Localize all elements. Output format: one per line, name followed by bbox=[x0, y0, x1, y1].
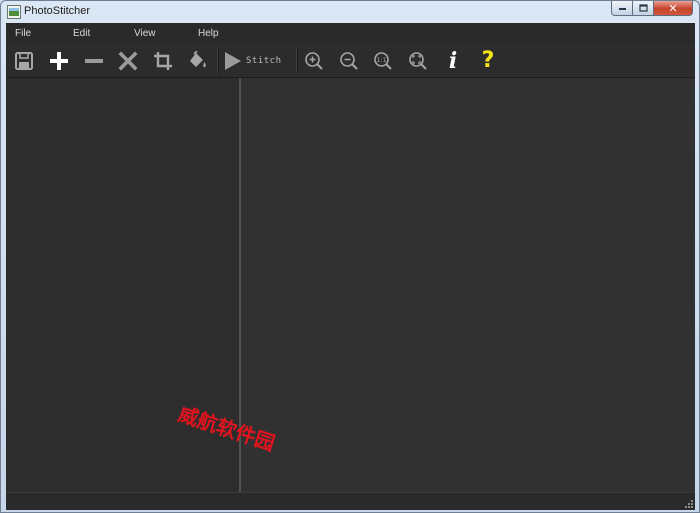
menu-bar: File Edit View Help bbox=[6, 23, 695, 45]
clear-all-button[interactable] bbox=[115, 49, 141, 73]
fit-to-window-icon bbox=[409, 52, 427, 70]
client-area: File Edit View Help Stitch 1:1 i ? bbox=[6, 23, 695, 510]
crop-icon bbox=[154, 52, 172, 70]
fill-color-button[interactable] bbox=[185, 49, 211, 73]
actual-size-button[interactable]: 1:1 bbox=[370, 49, 396, 73]
zoom-in-icon bbox=[305, 52, 323, 70]
save-icon bbox=[15, 52, 33, 70]
info-button[interactable]: i bbox=[440, 49, 466, 73]
toolbar-separator bbox=[217, 48, 219, 74]
stitch-button[interactable]: Stitch bbox=[224, 49, 286, 73]
maximize-button[interactable] bbox=[633, 1, 654, 16]
window-frame: PhotoStitcher ✕ File Edit View Help Stit… bbox=[0, 0, 700, 513]
delete-icon bbox=[118, 51, 138, 71]
menu-edit[interactable]: Edit bbox=[73, 28, 90, 39]
stitch-label: Stitch bbox=[246, 56, 282, 66]
help-icon: ? bbox=[481, 48, 495, 73]
add-image-button[interactable] bbox=[46, 49, 72, 73]
add-icon bbox=[50, 52, 68, 70]
menu-file[interactable]: File bbox=[15, 28, 31, 39]
minimize-icon bbox=[618, 8, 626, 10]
actual-size-label: 1:1 bbox=[376, 56, 386, 64]
remove-image-button[interactable] bbox=[81, 49, 107, 73]
toolbar-separator bbox=[296, 48, 298, 74]
window-title: PhotoStitcher bbox=[24, 5, 91, 17]
play-icon bbox=[225, 52, 241, 70]
menu-view[interactable]: View bbox=[134, 28, 156, 39]
zoom-in-button[interactable] bbox=[301, 49, 327, 73]
close-button[interactable]: ✕ bbox=[654, 1, 693, 16]
fit-to-window-button[interactable] bbox=[405, 49, 431, 73]
minimize-button[interactable] bbox=[611, 1, 633, 16]
toolbar: Stitch 1:1 i ? bbox=[6, 45, 695, 78]
zoom-out-button[interactable] bbox=[336, 49, 362, 73]
status-bar bbox=[6, 492, 695, 510]
crop-button[interactable] bbox=[150, 49, 176, 73]
remove-icon bbox=[85, 59, 103, 63]
save-button[interactable] bbox=[11, 49, 37, 73]
caption-buttons: ✕ bbox=[611, 1, 693, 17]
actual-size-icon: 1:1 bbox=[374, 52, 392, 70]
photostitcher-app-icon bbox=[7, 5, 21, 19]
info-icon: i bbox=[448, 48, 458, 74]
maximize-icon bbox=[638, 4, 648, 12]
fill-bucket-icon bbox=[190, 51, 206, 68]
help-button[interactable]: ? bbox=[475, 49, 501, 73]
menu-help[interactable]: Help bbox=[198, 28, 219, 39]
zoom-out-icon bbox=[340, 52, 358, 70]
close-icon: ✕ bbox=[668, 1, 678, 15]
preview-canvas[interactable] bbox=[241, 78, 695, 492]
title-bar[interactable]: PhotoStitcher ✕ bbox=[1, 1, 699, 23]
resize-grip-icon[interactable] bbox=[684, 499, 694, 509]
